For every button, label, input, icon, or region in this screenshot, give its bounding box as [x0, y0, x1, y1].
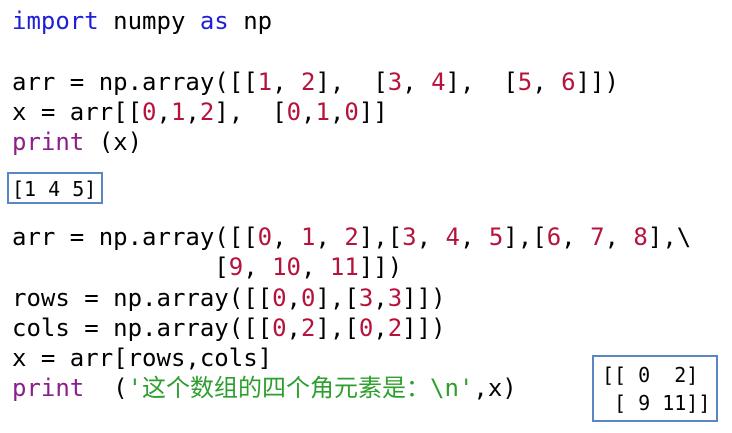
number-literal: 2 — [199, 98, 215, 126]
number-literal: 5 — [488, 223, 504, 251]
code-text: numpy — [98, 7, 200, 35]
code-text: , — [561, 223, 591, 251]
number-literal: 0 — [344, 98, 359, 126]
code-text: ],[ — [315, 314, 359, 342]
builtin-print: print — [12, 374, 85, 402]
code-line-arr-def-2-cont: [9, 10, 11]]) — [12, 252, 402, 282]
code-text: cols = np.array([[ — [12, 314, 273, 342]
code-text: np — [228, 7, 273, 35]
code-text: ], [ — [445, 68, 518, 96]
number-literal: 3 — [402, 223, 417, 251]
code-text: (x) — [84, 128, 143, 156]
output-row: [ 9 11]] — [602, 391, 711, 415]
code-line-cols: cols = np.array([[0,2],[0,2]]) — [12, 313, 446, 343]
keyword-as: as — [199, 7, 229, 35]
number-literal: 0 — [272, 314, 287, 342]
code-text: ], [ — [214, 98, 287, 126]
number-literal: 11 — [329, 253, 359, 281]
number-literal: 3 — [358, 284, 374, 312]
code-text: , — [272, 223, 301, 251]
number-literal: 2 — [301, 314, 316, 342]
number-literal: 1 — [301, 223, 316, 251]
number-literal: 2 — [344, 223, 359, 251]
code-text: , — [301, 253, 330, 281]
code-text: arr = np.array([[ — [12, 223, 258, 251]
code-text: ]] — [358, 98, 388, 126]
number-literal: 0 — [257, 223, 273, 251]
number-literal: 10 — [272, 253, 302, 281]
code-line-print-x: print (x) — [12, 127, 142, 157]
code-text: , — [286, 314, 301, 342]
number-literal: 7 — [590, 223, 605, 251]
number-literal: 0 — [286, 98, 302, 126]
number-literal: 1 — [315, 98, 330, 126]
code-text: , — [373, 284, 388, 312]
code-line-arr-def-2: arr = np.array([[0, 1, 2],[3, 4, 5],[6, … — [12, 222, 691, 252]
code-text: ],[ — [358, 223, 403, 251]
code-text: ], [ — [315, 68, 388, 96]
code-text: ],[ — [503, 223, 547, 251]
code-text: , — [315, 223, 345, 251]
number-literal: 4 — [431, 68, 446, 96]
code-text: arr = np.array([[ — [12, 68, 258, 96]
code-text: ],[ — [315, 284, 359, 312]
output-box-2: [[ 0 2] [ 9 11]] — [592, 355, 718, 422]
code-text: ]]) — [402, 284, 446, 312]
code-text: ]]) — [358, 253, 403, 281]
code-line-x-index-2: x = arr[rows,cols] — [12, 343, 272, 373]
code-text: ],\ — [647, 223, 692, 251]
code-text: , — [286, 284, 301, 312]
code-text: , — [272, 68, 301, 96]
keyword-import: import — [12, 7, 99, 35]
number-literal: 1 — [257, 68, 273, 96]
number-literal: 6 — [561, 68, 576, 96]
code-text: , — [185, 98, 200, 126]
code-line-x-index-1: x = arr[[0,1,2], [0,1,0]] — [12, 97, 388, 127]
number-literal: 0 — [272, 284, 287, 312]
number-literal: 6 — [546, 223, 562, 251]
code-line-import: import numpy as np — [12, 6, 272, 36]
number-literal: 4 — [445, 223, 460, 251]
code-line-arr-def-1: arr = np.array([[1, 2], [3, 4], [5, 6]]) — [12, 67, 619, 97]
code-text: , — [373, 314, 388, 342]
number-literal: 5 — [517, 68, 533, 96]
code-line-print-corners: print ('这个数组的四个角元素是：\n',x) — [12, 373, 517, 403]
code-text: x = arr[[ — [12, 98, 143, 126]
code-text: ]]) — [575, 68, 619, 96]
number-literal: 0 — [301, 284, 316, 312]
output-row: [[ 0 2] — [602, 363, 699, 387]
number-literal: 1 — [170, 98, 186, 126]
code-text: , — [243, 253, 273, 281]
code-text: , — [329, 98, 345, 126]
number-literal: 0 — [142, 98, 157, 126]
code-text: , — [402, 68, 432, 96]
code-text: , — [532, 68, 562, 96]
code-text: x = arr[rows,cols] — [12, 344, 273, 372]
code-text: , — [301, 98, 316, 126]
code-text: , — [156, 98, 171, 126]
number-literal: 3 — [387, 284, 403, 312]
code-text: rows = np.array([[ — [12, 284, 273, 312]
number-literal: 0 — [358, 314, 374, 342]
number-literal: 8 — [633, 223, 648, 251]
number-literal: 9 — [228, 253, 244, 281]
code-text: [ — [12, 253, 229, 281]
code-text: , — [459, 223, 489, 251]
number-literal: 2 — [301, 68, 316, 96]
number-literal: 2 — [387, 314, 403, 342]
builtin-print: print — [12, 128, 85, 156]
code-text: ,x) — [473, 374, 517, 402]
output-box-1: [1 4 5] — [7, 172, 103, 204]
code-text: , — [604, 223, 634, 251]
code-text: , — [416, 223, 446, 251]
code-text: ( — [84, 374, 128, 402]
number-literal: 3 — [387, 68, 403, 96]
code-line-rows: rows = np.array([[0,0],[3,3]]) — [12, 283, 446, 313]
string-literal: '这个数组的四个角元素是：\n' — [127, 374, 474, 402]
code-text: ]]) — [402, 314, 446, 342]
